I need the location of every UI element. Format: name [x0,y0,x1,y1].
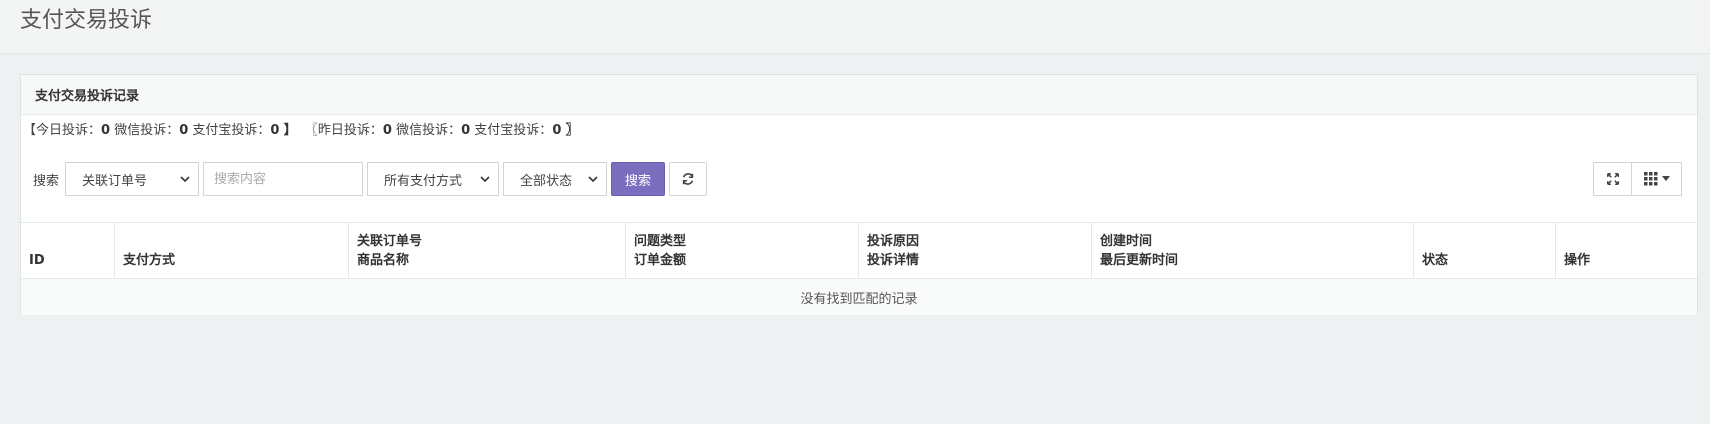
refresh-icon [682,173,694,185]
column-header-status[interactable]: 状态 [1414,223,1556,278]
panel-heading: 支付交易投诉记录 [21,75,1697,115]
column-header-line2: 状态 [1422,253,1449,268]
refresh-button[interactable] [669,162,708,196]
stats-today-label: 【今日投诉： [23,123,102,138]
table-header: ID 支付方式 关联订单号 商品名称 问题类型 订单金额 投诉原因 投诉详情 创… [21,223,1697,279]
payment-method-select[interactable]: 所有支付方式 [367,162,500,196]
column-header-line2: 投诉详情 [867,253,920,268]
stats-yesterday-alipay: 0 [552,123,562,138]
stats-yesterday-total: 0 [382,123,392,138]
chevron-down-icon [588,176,598,183]
stats-today-total: 0 [101,123,111,138]
search-input[interactable] [203,162,364,196]
column-header-line2: 订单金额 [634,253,687,268]
chevron-down-icon [480,176,490,183]
stats-today-alipay-label: 支付宝投诉： [192,123,271,138]
fullscreen-button[interactable] [1593,162,1632,196]
columns-grid-icon [1643,172,1657,186]
status-select-value: 全部状态 [520,173,573,189]
payment-method-select-value: 所有支付方式 [384,173,463,189]
empty-table-message: 没有找到匹配的记录 [21,279,1697,315]
column-header-actions[interactable]: 操作 [1556,223,1697,278]
column-header-line1: 问题类型 [634,234,687,249]
column-header-order-product[interactable]: 关联订单号 商品名称 [349,223,626,278]
page-header: 支付交易投诉 [0,0,1710,54]
status-select[interactable]: 全部状态 [503,162,608,196]
field-select[interactable]: 关联订单号 [65,162,200,196]
column-header-line2: ID [29,253,45,268]
column-header-reason-detail[interactable]: 投诉原因 投诉详情 [859,223,1092,278]
stats-yesterday-label: 〖昨日投诉： [304,123,383,138]
column-header-payment-method[interactable]: 支付方式 [115,223,349,278]
columns-toggle-button[interactable] [1632,162,1682,196]
stats-yesterday-alipay-label: 支付宝投诉： [474,123,553,138]
search-toolbar: 搜索 关联订单号 所有支付方式 全部状态 搜索 [33,162,708,196]
column-header-line2: 支付方式 [123,253,176,268]
column-header-line2: 最后更新时间 [1100,253,1179,268]
chevron-down-icon [180,176,190,183]
stats-today-close: 】 [283,123,297,138]
field-select-value: 关联订单号 [82,173,148,189]
column-header-line2: 商品名称 [357,253,410,268]
column-header-line1: 创建时间 [1100,234,1153,249]
stats-yesterday-close: 〗 [565,123,579,138]
complaints-table: ID 支付方式 关联订单号 商品名称 问题类型 订单金额 投诉原因 投诉详情 创… [21,222,1697,315]
stats-yesterday-wechat-label: 微信投诉： [396,123,462,138]
table-tools [1593,162,1682,196]
stats-yesterday-wechat: 0 [461,123,471,138]
column-header-issue-amount[interactable]: 问题类型 订单金额 [626,223,859,278]
stats-today-wechat: 0 [179,123,189,138]
caret-down-icon [1661,176,1670,181]
column-header-id[interactable]: ID [21,223,115,278]
column-header-line1: 投诉原因 [867,234,920,249]
column-header-created-updated[interactable]: 创建时间 最后更新时间 [1092,223,1414,278]
search-button[interactable]: 搜索 [611,162,666,196]
stats-today-alipay: 0 [270,123,280,138]
column-header-line1: 关联订单号 [357,234,423,249]
search-label: 搜索 [33,173,60,189]
stats-today-wechat-label: 微信投诉： [114,123,180,138]
complaint-panel: 支付交易投诉记录 【今日投诉：0 微信投诉：0 支付宝投诉：0 】 〖昨日投诉：… [20,74,1698,315]
complaint-stats: 【今日投诉：0 微信投诉：0 支付宝投诉：0 】 〖昨日投诉：0 微信投诉：0 … [21,115,1697,139]
page-title: 支付交易投诉 [20,8,153,33]
fullscreen-icon [1606,172,1619,186]
column-header-line2: 操作 [1564,253,1591,268]
